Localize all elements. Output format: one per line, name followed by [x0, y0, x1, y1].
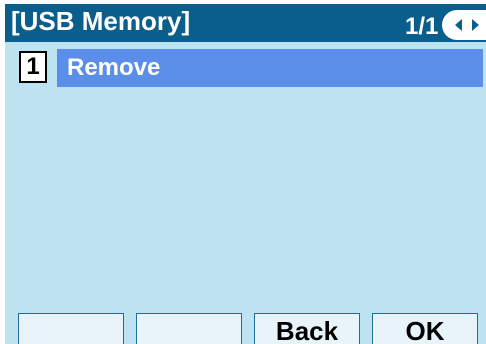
softkey-1[interactable]	[18, 313, 124, 344]
menu-item-remove[interactable]: 1 Remove	[15, 49, 483, 87]
title-bar: [USB Memory] 1/1	[5, 4, 486, 42]
menu-area: 1 Remove	[5, 42, 486, 344]
ok-softkey[interactable]: OK	[372, 313, 478, 344]
softkey-2[interactable]	[136, 313, 242, 344]
screen-title: [USB Memory]	[11, 6, 191, 36]
page-indicator: 1/1	[405, 13, 439, 40]
menu-item-label: Remove	[67, 54, 161, 81]
back-softkey[interactable]: Back	[254, 313, 360, 344]
phone-display: [USB Memory] 1/1 1 Remove Back OK	[0, 0, 486, 344]
arrow-left-icon[interactable]	[455, 19, 462, 31]
arrow-right-icon[interactable]	[472, 19, 479, 31]
menu-item-number: 1	[19, 51, 47, 83]
page-nav-arrows	[442, 10, 486, 40]
menu-item-highlight[interactable]: Remove	[57, 49, 483, 87]
